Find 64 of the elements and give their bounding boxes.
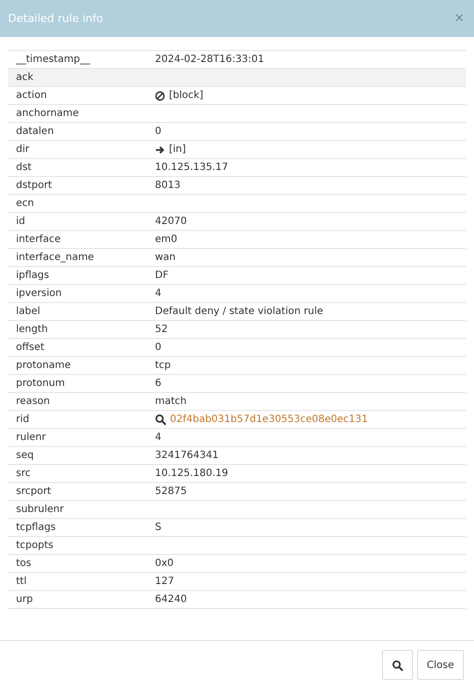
field-name: dst: [16, 162, 32, 173]
field-value: 42070: [155, 216, 188, 227]
field-value: Default deny / state violation rule: [155, 306, 324, 317]
field-value: 6: [155, 378, 162, 389]
field-value: 127: [155, 576, 176, 587]
field-value: 10.125.135.17: [155, 162, 230, 173]
field-name: ecn: [16, 198, 35, 209]
field-name: offset: [16, 342, 46, 353]
field-value: 3241764341: [155, 450, 220, 461]
field-value: em0: [155, 234, 178, 245]
field-value: 52875: [155, 486, 188, 497]
field-name: urp: [16, 594, 34, 605]
field-value: 0: [155, 126, 162, 137]
field-name: anchorname: [16, 108, 80, 119]
field-value: 0x0: [155, 558, 175, 569]
field-value: 0: [155, 342, 162, 353]
rule-id-link[interactable]: 02f4bab031b57d1e30553ce08e0ec131: [170, 414, 368, 425]
field-value: match: [155, 396, 188, 407]
field-name: ipversion: [16, 288, 63, 299]
field-value: 10.125.180.19: [155, 468, 230, 479]
arrow-right-icon: [155, 144, 165, 154]
field-name: srcport: [16, 486, 52, 497]
field-name: interface: [16, 234, 62, 245]
search-icon: [392, 660, 403, 670]
field-value: [in]: [169, 144, 186, 155]
field-name: rid: [16, 414, 30, 425]
field-name: protonum: [16, 378, 66, 389]
field-name: id: [16, 216, 26, 227]
field-value: 8013: [155, 180, 182, 191]
field-value: tcp: [155, 360, 172, 371]
field-name: reason: [16, 396, 51, 407]
field-name: rulenr: [16, 432, 47, 443]
field-value: 2024-02-28T16:33:01: [155, 54, 266, 65]
field-name: tos: [16, 558, 32, 569]
field-value: S: [155, 522, 162, 533]
field-name: dstport: [16, 180, 53, 191]
field-name: length: [16, 324, 49, 335]
dialog-title: Detailed rule info: [8, 12, 104, 25]
field-name: __timestamp__: [16, 54, 91, 65]
field-value: 4: [155, 432, 162, 443]
search-button[interactable]: [382, 650, 413, 680]
field-name: ipflags: [16, 270, 50, 281]
field-value: [block]: [169, 90, 204, 101]
field-name: tcpopts: [16, 540, 54, 551]
field-name: seq: [16, 450, 35, 461]
field-name: src: [16, 468, 32, 479]
field-name: tcpflags: [16, 522, 57, 533]
block-icon: [155, 90, 165, 100]
field-name: protoname: [16, 360, 72, 371]
field-value: 52: [155, 324, 169, 335]
field-value: 4: [155, 288, 162, 299]
field-name: label: [16, 306, 42, 317]
field-name: action: [16, 90, 48, 101]
field-name: ack: [16, 72, 34, 83]
field-name: subrulenr: [16, 504, 65, 515]
search-icon: [155, 414, 166, 425]
field-value: wan: [155, 252, 177, 263]
field-name: dir: [16, 144, 30, 155]
field-name: interface_name: [16, 252, 95, 263]
field-value: DF: [155, 270, 170, 281]
field-value: 64240: [155, 594, 188, 605]
close-button[interactable]: Close: [416, 650, 464, 680]
field-name: datalen: [16, 126, 55, 137]
field-name: ttl: [16, 576, 28, 587]
